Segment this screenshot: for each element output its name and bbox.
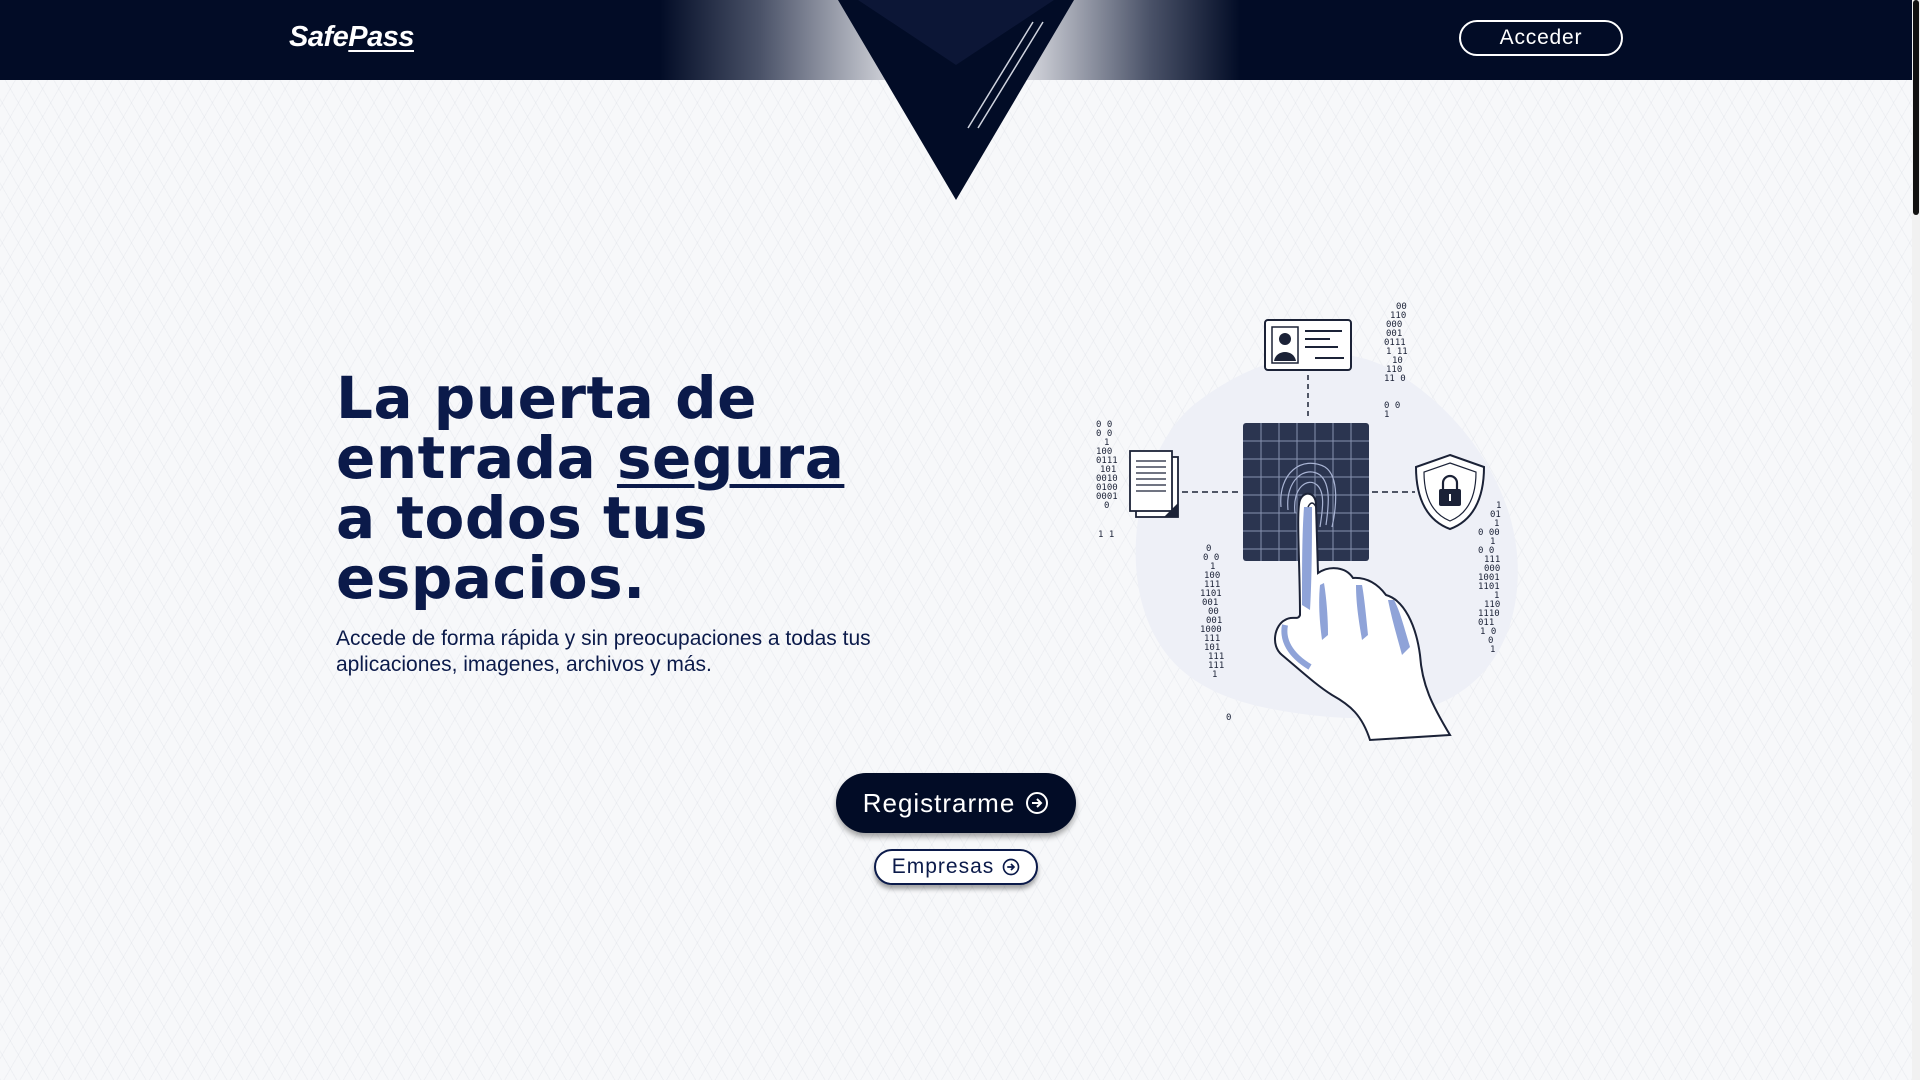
logo-pass: Pass [348, 21, 414, 53]
headline-line-2: entrada [336, 424, 617, 492]
headline-line-4: espacios. [336, 544, 646, 612]
enter-icon [1002, 858, 1020, 876]
svg-text:11 0: 11 0 [1384, 374, 1406, 384]
register-button[interactable]: Registrarme [836, 773, 1076, 833]
id-card-icon [1264, 319, 1352, 371]
headline-line-3: a todos tus [336, 484, 709, 552]
login-button[interactable]: Acceder [1459, 20, 1623, 56]
document-icon [1129, 450, 1179, 518]
brand-emblem [838, 0, 1074, 200]
headline-highlight: segura [616, 424, 845, 492]
svg-text:0 00: 0 00 [1478, 528, 1500, 538]
business-label: Empresas [891, 855, 995, 878]
svg-text:0: 0 [1226, 713, 1231, 723]
security-illustration: 0 0 0 0 1 100 0111 101 0010 0100 0001 0 … [1070, 295, 1540, 765]
hero-headline: La puerta de entrada segura a todos tus … [336, 368, 956, 608]
svg-text:1: 1 [1490, 645, 1495, 655]
business-button[interactable]: Empresas [874, 849, 1038, 885]
svg-text:1: 1 [1384, 410, 1389, 420]
binary-stream-left: 0 0 0 0 1 100 0111 101 0010 0100 0001 0 … [1096, 420, 1118, 540]
svg-text:1 1: 1 1 [1098, 530, 1114, 540]
hero-subtext: Accede de forma rápida y sin preocupacio… [336, 627, 871, 676]
headline-line-1: La puerta de [336, 364, 757, 432]
register-label: Registrarme [862, 787, 1016, 818]
logo[interactable]: SafePass [289, 21, 414, 54]
svg-text:0: 0 [1104, 501, 1109, 511]
svg-text:1: 1 [1212, 670, 1217, 680]
enter-icon [1025, 791, 1049, 815]
logo-safe: Safe [289, 21, 349, 53]
scrollbar-thumb[interactable] [1913, 0, 1919, 215]
